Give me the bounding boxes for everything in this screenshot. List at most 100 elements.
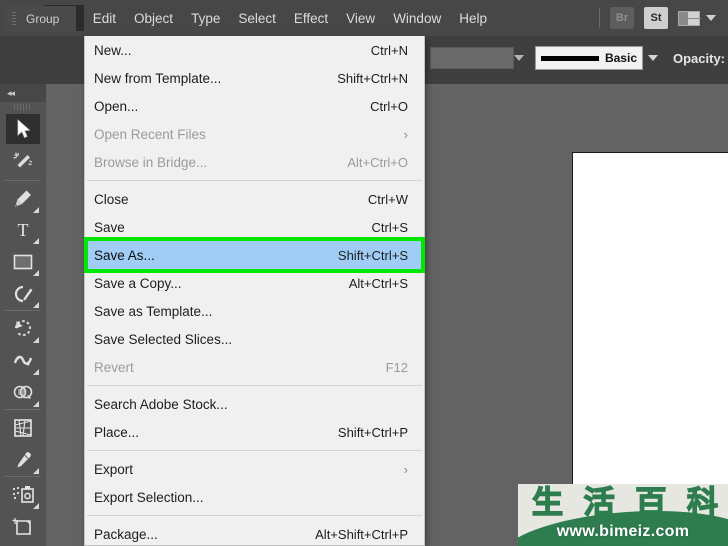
symbol-sprayer-tool[interactable] bbox=[6, 480, 40, 510]
watermark-char: 科 bbox=[686, 485, 718, 521]
chevron-down-icon[interactable] bbox=[514, 55, 524, 61]
menu-item-label: Save as Template... bbox=[94, 303, 213, 319]
watermark-char: 活 bbox=[583, 485, 615, 521]
menu-window[interactable]: Window bbox=[384, 5, 450, 31]
menu-item-label: Export Selection... bbox=[94, 489, 204, 505]
chevron-right-icon: › bbox=[403, 126, 408, 142]
menu-item-open-recent-files: Open Recent Files › bbox=[85, 120, 424, 148]
shape-builder-tool[interactable] bbox=[6, 378, 40, 408]
selection-tool[interactable] bbox=[6, 114, 40, 144]
menu-item-search-adobe-stock[interactable]: Search Adobe Stock... bbox=[85, 390, 424, 418]
menu-item-shortcut: Shift+Ctrl+S bbox=[337, 247, 408, 263]
stroke-preview-line bbox=[541, 55, 599, 61]
menu-item-package[interactable]: Package... Alt+Shift+Ctrl+P bbox=[85, 520, 424, 546]
watermark-char: 生 bbox=[531, 485, 563, 521]
eyedropper-tool[interactable] bbox=[6, 445, 40, 475]
illustrator-window: Ai FileEditObjectTypeSelectEffectViewWin… bbox=[0, 0, 728, 546]
toolbar-divider bbox=[5, 409, 41, 410]
menu-item-label: Save bbox=[94, 219, 125, 235]
menu-item-revert: Revert F12 bbox=[85, 353, 424, 381]
stroke-profile-dropdown[interactable]: Basic bbox=[535, 46, 643, 70]
menu-bar: Ai FileEditObjectTypeSelectEffectViewWin… bbox=[0, 0, 728, 36]
menu-item-save-as-template[interactable]: Save as Template... bbox=[85, 297, 424, 325]
menu-item-label: Save Selected Slices... bbox=[94, 331, 233, 347]
watermark-char: 百 bbox=[635, 485, 667, 521]
menu-item-label: Save a Copy... bbox=[94, 275, 182, 291]
menu-object[interactable]: Object bbox=[125, 5, 182, 31]
file-menu-dropdown[interactable]: New... Ctrl+N New from Template... Shift+Ct… bbox=[84, 36, 425, 546]
menubar-divider bbox=[599, 8, 600, 28]
paintbrush-tool[interactable] bbox=[6, 279, 40, 309]
type-tool[interactable]: T bbox=[6, 215, 40, 245]
menu-item-shortcut: Ctrl+N bbox=[370, 42, 408, 58]
menu-help[interactable]: Help bbox=[450, 5, 496, 31]
menu-item-browse-in-bridge: Browse in Bridge... Alt+Ctrl+O bbox=[85, 148, 424, 176]
menu-item-open[interactable]: Open... Ctrl+O bbox=[85, 92, 424, 120]
magic-wand-tool[interactable] bbox=[6, 147, 40, 177]
menu-effect[interactable]: Effect bbox=[285, 5, 337, 31]
menu-item-shortcut: Ctrl+O bbox=[370, 98, 408, 114]
rotate-tool[interactable] bbox=[6, 314, 40, 344]
toolbar-divider bbox=[5, 310, 41, 311]
menu-item-export[interactable]: Export › bbox=[85, 455, 424, 483]
menu-item-shortcut: Shift+Ctrl+P bbox=[337, 424, 408, 440]
watermark-url: www.bimeiz.com bbox=[556, 523, 690, 540]
menu-item-label: New... bbox=[94, 42, 132, 58]
menu-select[interactable]: Select bbox=[229, 5, 285, 31]
selection-type-label: Group bbox=[4, 6, 76, 32]
menu-separator bbox=[87, 515, 422, 516]
menu-item-shortcut: Alt+Shift+Ctrl+P bbox=[315, 526, 408, 542]
opacity-label: Opacity: bbox=[673, 51, 726, 66]
menu-item-label: Place... bbox=[94, 424, 140, 440]
artboard-tool[interactable] bbox=[6, 512, 40, 542]
menu-item-label: Browse in Bridge... bbox=[94, 154, 208, 170]
menu-item-label: Export bbox=[94, 461, 134, 477]
bridge-button[interactable]: Br bbox=[610, 7, 634, 29]
menu-item-shortcut: Alt+Ctrl+O bbox=[347, 154, 408, 170]
menu-item-close[interactable]: Close Ctrl+W bbox=[85, 185, 424, 213]
menu-item-label: Close bbox=[94, 191, 129, 207]
menu-item-label: Open Recent Files bbox=[94, 126, 206, 142]
panel-grip[interactable] bbox=[12, 12, 16, 26]
toolbar-grip[interactable] bbox=[14, 104, 32, 110]
menu-item-save[interactable]: Save Ctrl+S bbox=[85, 213, 424, 241]
menu-item-shortcut: F12 bbox=[385, 359, 408, 375]
menu-separator bbox=[87, 385, 422, 386]
menu-item-save-as[interactable]: Save As... Shift+Ctrl+S bbox=[85, 241, 424, 269]
menu-type[interactable]: Type bbox=[182, 5, 229, 31]
perspective-grid-tool[interactable] bbox=[6, 413, 40, 443]
menu-item-save-selected-slices[interactable]: Save Selected Slices... bbox=[85, 325, 424, 353]
menu-edit[interactable]: Edit bbox=[84, 5, 125, 31]
menu-separator bbox=[87, 450, 422, 451]
tools-panel: ◂◂ T bbox=[0, 84, 46, 546]
toolbar-divider bbox=[5, 180, 41, 181]
menu-item-new-from-template[interactable]: New from Template... Shift+Ctrl+N bbox=[85, 64, 424, 92]
menu-item-shortcut: Ctrl+S bbox=[371, 219, 408, 235]
chevron-right-icon: › bbox=[403, 461, 408, 477]
stroke-profile-label: Basic bbox=[604, 51, 637, 65]
chevron-down-icon[interactable] bbox=[648, 55, 658, 61]
menu-item-save-a-copy[interactable]: Save a Copy... Alt+Ctrl+S bbox=[85, 269, 424, 297]
menu-item-export-selection[interactable]: Export Selection... bbox=[85, 483, 424, 511]
watermark: 生活百科 www.bimeiz.com bbox=[518, 484, 728, 546]
double-chevron-left-icon[interactable]: ◂◂ bbox=[0, 84, 46, 102]
toolbar-divider bbox=[5, 476, 41, 477]
stock-button[interactable]: St bbox=[644, 7, 668, 29]
chevron-down-icon[interactable] bbox=[706, 15, 716, 21]
pen-tool[interactable] bbox=[6, 184, 40, 214]
menu-separator bbox=[87, 180, 422, 181]
menu-item-shortcut: Ctrl+W bbox=[367, 191, 408, 207]
menu-item-label: New from Template... bbox=[94, 70, 222, 86]
width-tool[interactable] bbox=[6, 346, 40, 376]
menu-item-label: Package... bbox=[94, 526, 158, 542]
menu-view[interactable]: View bbox=[337, 5, 384, 31]
menu-item-shortcut: Shift+Ctrl+N bbox=[337, 70, 408, 86]
watermark-characters: 生活百科 bbox=[531, 485, 718, 521]
menu-item-place[interactable]: Place... Shift+Ctrl+P bbox=[85, 418, 424, 446]
menu-item-shortcut: Alt+Ctrl+S bbox=[348, 275, 408, 291]
menu-item-label: Search Adobe Stock... bbox=[94, 396, 228, 412]
menu-item-new[interactable]: New... Ctrl+N bbox=[85, 36, 424, 64]
style-dropdown[interactable] bbox=[430, 47, 514, 69]
workspace-layout-icon[interactable] bbox=[678, 10, 701, 26]
rectangle-tool[interactable] bbox=[6, 247, 40, 277]
